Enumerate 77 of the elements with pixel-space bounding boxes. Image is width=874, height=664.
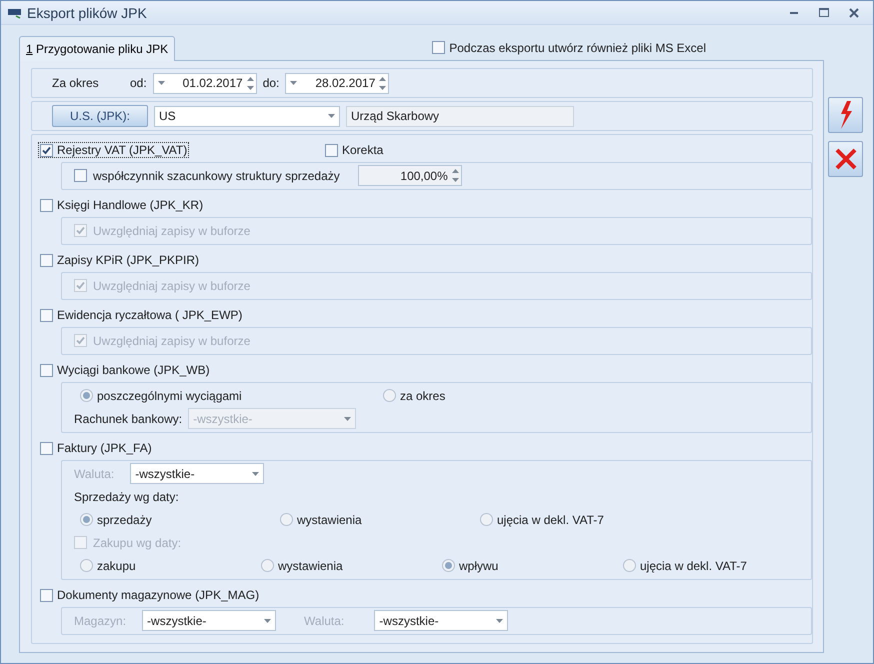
field-label: Magazyn: — [74, 614, 126, 628]
dropdown-field[interactable]: -wszystkie- — [374, 610, 508, 631]
checkbox[interactable] — [40, 442, 53, 454]
dropdown-field[interactable]: -wszystkie- — [130, 463, 264, 484]
percent-field[interactable]: 100,00% — [358, 165, 462, 186]
checkbox[interactable] — [40, 198, 53, 212]
section-label: Dokumenty magazynowe (JPK_MAG) — [57, 588, 260, 602]
checkbox[interactable] — [325, 144, 338, 156]
field-label: Waluta: — [304, 614, 344, 628]
checkbox[interactable] — [432, 41, 446, 54]
export-button[interactable] — [828, 97, 863, 133]
option-label: Uwzględniaj zapisy w buforze — [93, 334, 250, 348]
option-label: Uwzględniaj zapisy w buforze — [93, 224, 250, 238]
radio-label: wpływu — [459, 558, 498, 572]
field-label: od: — [130, 76, 147, 90]
checkbox[interactable] — [40, 308, 53, 322]
radio-label: wystawienia — [278, 558, 343, 572]
radio-button[interactable] — [80, 389, 93, 402]
radio-button[interactable] — [442, 559, 455, 572]
checkbox[interactable] — [40, 144, 53, 156]
radio-button[interactable] — [480, 513, 493, 526]
section-label: Wyciągi bankowe (JPK_WB) — [57, 363, 210, 377]
radio-label: wystawienia — [297, 512, 362, 526]
field-label: Rachunek bankowy: — [74, 412, 182, 426]
option-label: Korekta — [342, 143, 384, 157]
tab[interactable]: 1 Przygotowanie pliku JPK — [19, 36, 176, 61]
section-label: Faktury (JPK_FA) — [57, 441, 152, 455]
field-label: Waluta: — [74, 466, 114, 480]
radio-label: ujęcia w dekl. VAT-7 — [497, 512, 604, 526]
option-label: współczynnik szacunkowy struktury sprzedaży — [93, 168, 340, 182]
dropdown-arrow-icon[interactable] — [290, 81, 298, 85]
dropdown-arrow-icon[interactable] — [328, 114, 335, 118]
dropdown-field[interactable]: US — [154, 106, 340, 126]
radio-label: ujęcia w dekl. VAT-7 — [640, 558, 747, 572]
dropdown-arrow-icon[interactable] — [264, 618, 272, 622]
section-label: Księgi Handlowe (JPK_KR) — [57, 198, 204, 212]
radio-button[interactable] — [280, 513, 293, 526]
dropdown-arrow-icon[interactable] — [158, 81, 165, 85]
spin-arrows-icon[interactable] — [246, 76, 254, 90]
maximize-icon — [819, 8, 829, 17]
tax-office-button[interactable]: U.S. (JPK): — [52, 105, 148, 127]
option-label: Podczas eksportu utwórz również pliki MS Excel — [449, 40, 706, 54]
radio-label: poszczególnymi wyciągami — [97, 388, 242, 402]
field-label: do: — [262, 76, 280, 90]
dropdown-arrow-icon[interactable] — [496, 618, 504, 622]
radio-button[interactable] — [623, 559, 636, 572]
group-caption: Sprzedaży wg daty: — [74, 490, 179, 504]
close-icon — [834, 147, 858, 171]
checkbox[interactable] — [40, 588, 53, 602]
minimize-icon — [790, 12, 798, 14]
section-label: Zapisy KPiR (JPK_PKPIR) — [57, 253, 200, 267]
checkbox[interactable] — [40, 364, 53, 376]
period-label: Za okres — [52, 76, 100, 90]
checkbox[interactable] — [74, 169, 87, 182]
cancel-button[interactable] — [828, 141, 863, 177]
dropdown-field[interactable]: -wszystkie- — [142, 610, 276, 631]
radio-label: zakupu — [97, 558, 136, 572]
radio-button[interactable] — [383, 389, 396, 402]
checkbox[interactable] — [40, 254, 53, 266]
radio-label: za okres — [400, 388, 446, 402]
spin-arrows-icon[interactable] — [379, 76, 386, 90]
dropdown-arrow-icon[interactable] — [252, 472, 260, 476]
radio-button[interactable] — [80, 559, 93, 572]
radio-button[interactable] — [80, 513, 93, 526]
spin-arrows-icon[interactable] — [452, 168, 459, 183]
section-label: Rejestry VAT (JPK_VAT) — [57, 143, 188, 157]
date-field[interactable]: 28.02.2017 — [285, 72, 390, 94]
option-label: Uwzględniaj zapisy w buforze — [93, 278, 250, 292]
section-label: Ewidencja ryczałtowa ( JPK_EWP) — [57, 308, 242, 322]
date-field[interactable]: 01.02.2017 — [152, 72, 257, 94]
app-icon — [7, 6, 23, 18]
window-title: Eksport plików JPK — [27, 4, 148, 20]
lightning-icon — [838, 101, 852, 129]
close-icon — [849, 8, 859, 18]
radio-label: sprzedaży — [97, 512, 152, 526]
radio-button[interactable] — [261, 559, 274, 572]
option-label: Zakupu wg daty: — [93, 536, 182, 550]
